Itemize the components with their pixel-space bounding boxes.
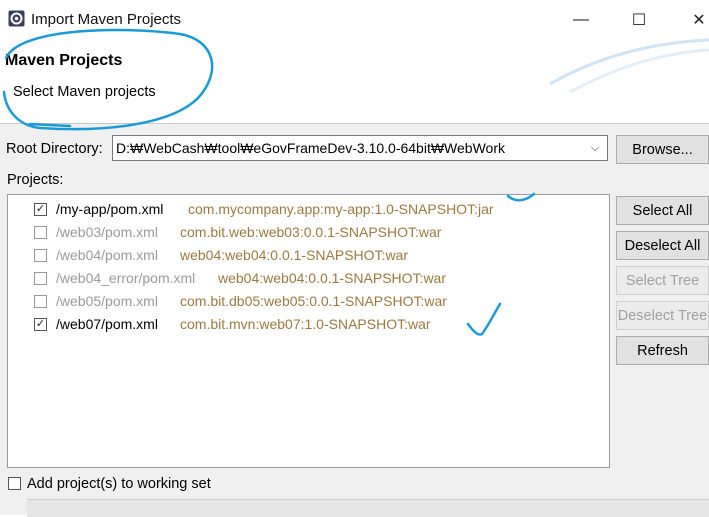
project-artifact: com.bit.db05:web05:0.0.1-SNAPSHOT:war <box>180 293 447 309</box>
root-directory-value: D:₩WebCash₩tool₩eGovFrameDev-3.10.0-64bi… <box>116 140 505 156</box>
working-set-checkbox[interactable] <box>8 477 21 490</box>
maximize-button[interactable]: ☐ <box>619 8 659 32</box>
project-path: /web04_error/pom.xml <box>56 270 196 286</box>
checkmark-icon: ✓ <box>35 203 46 215</box>
minimize-button[interactable]: — <box>561 8 601 32</box>
root-directory-label: Root Directory: <box>6 141 103 157</box>
project-checkbox[interactable] <box>34 272 47 285</box>
root-directory-combo[interactable]: D:₩WebCash₩tool₩eGovFrameDev-3.10.0-64bi… <box>112 135 608 161</box>
project-row[interactable]: ✓ /my-app/pom.xml com.mycompany.app:my-a… <box>8 197 608 220</box>
close-button[interactable]: ✕ <box>679 8 709 32</box>
project-artifact: com.bit.web:web03:0.0.1-SNAPSHOT:war <box>180 224 442 240</box>
project-path: /web03/pom.xml <box>56 224 158 240</box>
project-checkbox[interactable] <box>34 226 47 239</box>
project-checkbox[interactable] <box>34 295 47 308</box>
browse-button[interactable]: Browse... <box>616 135 709 164</box>
project-artifact: web04:web04:0.0.1-SNAPSHOT:war <box>180 247 408 263</box>
project-path: /web05/pom.xml <box>56 293 158 309</box>
project-row[interactable]: /web03/pom.xml com.bit.web:web03:0.0.1-S… <box>8 220 608 243</box>
eclipse-gear-icon <box>8 10 25 27</box>
project-artifact: com.bit.mvn:web07:1.0-SNAPSHOT:war <box>180 316 431 332</box>
project-artifact: com.mycompany.app:my-app:1.0-SNAPSHOT:ja… <box>188 201 494 217</box>
window-title: Import Maven Projects <box>31 11 182 28</box>
checkmark-icon: ✓ <box>35 318 46 330</box>
project-row[interactable]: /web04_error/pom.xml web04:web04:0.0.1-S… <box>8 266 608 289</box>
page-description: Select Maven projects <box>13 84 156 100</box>
select-all-button[interactable]: Select All <box>616 196 709 225</box>
close-icon: ✕ <box>692 12 706 29</box>
project-artifact: web04:web04:0.0.1-SNAPSHOT:war <box>218 270 446 286</box>
chevron-down-icon[interactable]: ⌵ <box>587 138 603 158</box>
projects-label: Projects: <box>7 172 64 188</box>
refresh-button[interactable]: Refresh <box>616 336 709 365</box>
project-checkbox[interactable]: ✓ <box>34 318 47 331</box>
project-path: /web04/pom.xml <box>56 247 158 263</box>
project-checkbox[interactable]: ✓ <box>34 203 47 216</box>
project-row[interactable]: ✓ /web07/pom.xml com.bit.mvn:web07:1.0-S… <box>8 312 608 335</box>
working-set-combo[interactable] <box>27 499 709 517</box>
project-row[interactable]: /web05/pom.xml com.bit.db05:web05:0.0.1-… <box>8 289 608 312</box>
projects-tree[interactable]: ✓ /my-app/pom.xml com.mycompany.app:my-a… <box>7 194 610 468</box>
minimize-icon: — <box>573 11 589 28</box>
project-path: /web07/pom.xml <box>56 316 158 332</box>
deselect-tree-button[interactable]: Deselect Tree <box>616 301 709 330</box>
maximize-icon: ☐ <box>631 12 647 29</box>
deselect-all-button[interactable]: Deselect All <box>616 231 709 260</box>
select-tree-button[interactable]: Select Tree <box>616 266 709 295</box>
project-row[interactable]: /web04/pom.xml web04:web04:0.0.1-SNAPSHO… <box>8 243 608 266</box>
header-banner-graphic <box>549 38 709 94</box>
working-set-label: Add project(s) to working set <box>27 476 211 492</box>
page-title: Maven Projects <box>5 52 123 69</box>
project-checkbox[interactable] <box>34 249 47 262</box>
project-path: /my-app/pom.xml <box>56 201 164 217</box>
